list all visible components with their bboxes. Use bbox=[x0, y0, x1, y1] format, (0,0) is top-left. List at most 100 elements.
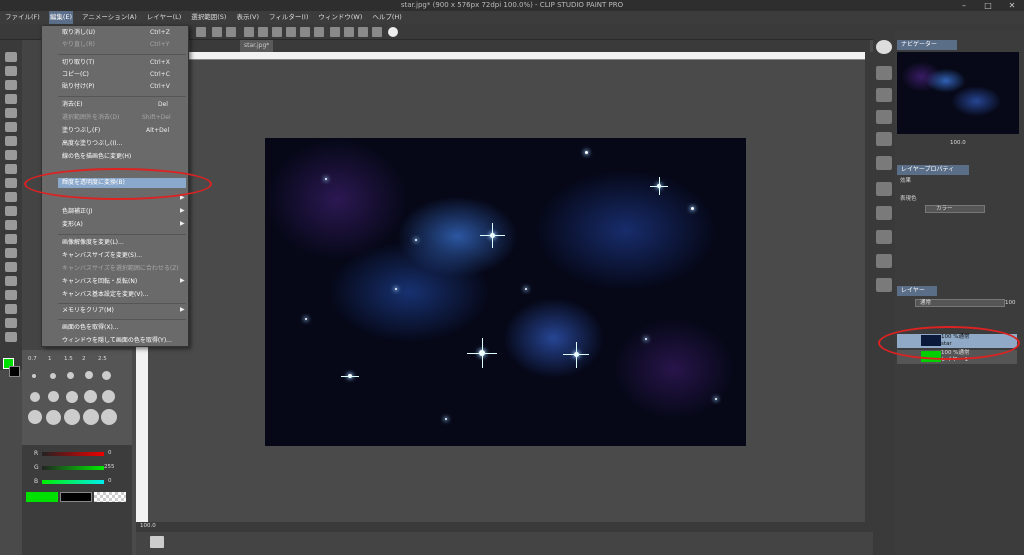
menu-help[interactable]: ヘルプ(H) bbox=[371, 11, 402, 24]
help-icon[interactable] bbox=[388, 27, 398, 37]
menu-animation[interactable]: アニメーション(A) bbox=[81, 11, 138, 24]
clear-icon[interactable] bbox=[314, 27, 324, 37]
display-color-select[interactable]: カラー bbox=[925, 205, 985, 213]
deselect-icon[interactable] bbox=[258, 27, 268, 37]
gradient-tool-icon[interactable] bbox=[5, 262, 17, 272]
menu-item-paste[interactable]: 貼り付け(P) bbox=[62, 82, 94, 92]
menu-item-canvas-settings[interactable]: キャンバス基本設定を変更(V)... bbox=[62, 290, 149, 300]
menu-item-copy[interactable]: コピー(C) bbox=[62, 70, 89, 80]
invert-selection-icon[interactable] bbox=[272, 27, 282, 37]
opacity-value[interactable]: 100 bbox=[1005, 300, 1016, 307]
ruler-tool-icon[interactable] bbox=[5, 304, 17, 314]
zoom-tool-icon[interactable] bbox=[5, 52, 17, 62]
menu-item-undo[interactable]: 取り消し(U) bbox=[62, 28, 95, 38]
menu-file[interactable]: ファイル(F) bbox=[4, 11, 41, 24]
menu-view[interactable]: 表示(V) bbox=[235, 11, 260, 24]
transform-icon[interactable] bbox=[244, 27, 254, 37]
menu-item-clear-outside[interactable]: 選択範囲外を消去(D) bbox=[62, 113, 119, 123]
g-value[interactable]: 255 bbox=[104, 464, 115, 471]
close-button[interactable]: ✕ bbox=[1000, 0, 1024, 11]
minimize-button[interactable]: – bbox=[952, 0, 976, 11]
menu-item-fill[interactable]: 塗りつぶし(F) bbox=[62, 126, 100, 136]
brush-size-dot[interactable] bbox=[28, 410, 42, 424]
new-icon[interactable] bbox=[196, 27, 206, 37]
blend-tool-icon[interactable] bbox=[5, 234, 17, 244]
r-value[interactable]: 0 bbox=[108, 450, 112, 457]
menu-filter[interactable]: フィルター(I) bbox=[268, 11, 309, 24]
airbrush-tool-icon[interactable] bbox=[5, 192, 17, 202]
menu-item-fit-canvas-selection[interactable]: キャンバスサイズを選択範囲に合わせる(Z) bbox=[62, 264, 179, 274]
auto-select-tool-icon[interactable] bbox=[5, 122, 17, 132]
brush-size-dot[interactable] bbox=[32, 374, 36, 378]
sub-view-icon[interactable] bbox=[876, 66, 892, 80]
navigator-zoom[interactable]: 100.0 bbox=[950, 140, 966, 147]
b-value[interactable]: 0 bbox=[108, 478, 112, 485]
menu-item-redo[interactable]: やり直し(R) bbox=[62, 40, 95, 50]
move-tool-icon[interactable] bbox=[5, 66, 17, 76]
material-icon[interactable] bbox=[876, 206, 892, 220]
brush-size-dot[interactable] bbox=[84, 390, 97, 403]
brush-size-dot[interactable] bbox=[50, 373, 56, 379]
material-icon[interactable] bbox=[876, 254, 892, 268]
menu-item-clear[interactable]: 消去(E) bbox=[62, 100, 82, 110]
menu-item-advanced-fill[interactable]: 高度な塗りつぶし(I)... bbox=[62, 139, 122, 149]
brush-size-dot[interactable] bbox=[64, 409, 80, 425]
snap-ruler-icon[interactable] bbox=[344, 27, 354, 37]
decoration-tool-icon[interactable] bbox=[5, 206, 17, 216]
material-icon[interactable] bbox=[876, 278, 892, 292]
move-layer-tool-icon[interactable] bbox=[5, 94, 17, 104]
material-icon[interactable] bbox=[876, 156, 892, 170]
zoom-value[interactable]: 100.0 bbox=[140, 523, 156, 530]
tab-layer[interactable]: レイヤー bbox=[897, 286, 937, 296]
transparent-color-chip[interactable] bbox=[94, 492, 126, 502]
brush-size-dot[interactable] bbox=[102, 390, 115, 403]
blend-mode-select[interactable]: 通常 bbox=[915, 299, 1005, 307]
menu-item-hide-window-get-color[interactable]: ウィンドウを隠して画面の色を取得(Y)... bbox=[62, 336, 172, 346]
navigator-thumbnail[interactable] bbox=[897, 52, 1019, 134]
fill-icon[interactable] bbox=[300, 27, 310, 37]
r-slider[interactable] bbox=[42, 452, 104, 456]
eraser-tool-icon[interactable] bbox=[5, 220, 17, 230]
selection-tool-icon[interactable] bbox=[5, 108, 17, 118]
tab-layer-property[interactable]: レイヤープロパティ bbox=[897, 165, 969, 175]
menu-window[interactable]: ウィンドウ(W) bbox=[317, 11, 363, 24]
tab-navigator[interactable]: ナビゲーター bbox=[897, 40, 957, 50]
figure-tool-icon[interactable] bbox=[5, 276, 17, 286]
menu-layer[interactable]: レイヤー(L) bbox=[146, 11, 183, 24]
brush-size-dot[interactable] bbox=[83, 409, 99, 425]
snap-icon[interactable] bbox=[330, 27, 340, 37]
snap-perspective-icon[interactable] bbox=[372, 27, 382, 37]
material-icon[interactable] bbox=[876, 182, 892, 196]
material-icon[interactable] bbox=[876, 132, 892, 146]
vertical-scrollbar[interactable] bbox=[865, 52, 873, 532]
sub-color-chip[interactable] bbox=[60, 492, 92, 502]
maximize-button[interactable]: □ bbox=[976, 0, 1000, 11]
crop-icon[interactable] bbox=[286, 27, 296, 37]
sub-color-swatch[interactable] bbox=[9, 366, 20, 377]
search-icon[interactable] bbox=[876, 40, 892, 54]
menu-item-image-resolution[interactable]: 画像解像度を変更(L)... bbox=[62, 238, 124, 248]
snap-grid-icon[interactable] bbox=[358, 27, 368, 37]
material-icon[interactable] bbox=[876, 230, 892, 244]
redo-icon[interactable] bbox=[226, 27, 236, 37]
operation-tool-icon[interactable] bbox=[5, 80, 17, 90]
brush-size-dot[interactable] bbox=[85, 371, 93, 379]
eyedropper-tool-icon[interactable] bbox=[5, 136, 17, 146]
menu-item-clear-memory[interactable]: メモリをクリア(M) bbox=[62, 306, 114, 316]
text-tool-icon[interactable] bbox=[5, 318, 17, 328]
navigator-toggle-icon[interactable] bbox=[150, 536, 164, 548]
menu-selection[interactable]: 選択範囲(S) bbox=[190, 11, 227, 24]
brush-size-dot[interactable] bbox=[66, 391, 78, 403]
brush-size-dot[interactable] bbox=[46, 410, 61, 425]
brush-size-dot[interactable] bbox=[101, 409, 117, 425]
frame-tool-icon[interactable] bbox=[5, 290, 17, 300]
menu-edit[interactable]: 編集(E) bbox=[48, 11, 73, 24]
balloon-tool-icon[interactable] bbox=[5, 332, 17, 342]
undo-icon[interactable] bbox=[212, 27, 222, 37]
tab-star-jpg[interactable]: star.jpg* bbox=[240, 40, 274, 52]
pencil-tool-icon[interactable] bbox=[5, 164, 17, 174]
fill-tool-icon[interactable] bbox=[5, 248, 17, 258]
horizontal-scrollbar[interactable] bbox=[136, 522, 866, 532]
brush-size-dot[interactable] bbox=[30, 392, 40, 402]
menu-item-transform[interactable]: 変形(A) bbox=[62, 220, 83, 230]
